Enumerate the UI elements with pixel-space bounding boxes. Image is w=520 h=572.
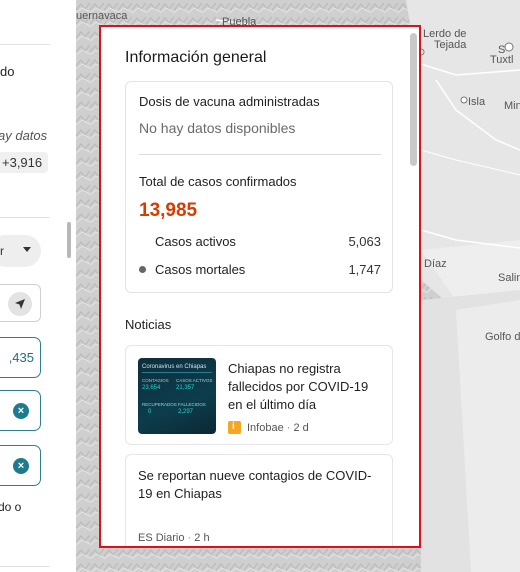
map-label: Isla (468, 96, 486, 108)
region-pill[interactable]: ,435 (0, 337, 41, 378)
divider (0, 44, 50, 45)
partial-label: do o (0, 500, 22, 514)
stats-box: Dosis de vacuna administradas No hay dat… (125, 81, 393, 293)
location-button[interactable] (0, 284, 41, 322)
thumb-value: 21,357 (176, 385, 195, 391)
source-name: ES Diario (138, 532, 185, 544)
pill-value: ,435 (8, 350, 34, 365)
map-label: Salina (498, 272, 520, 284)
map-label: Min (504, 100, 520, 112)
news-card[interactable]: Se reportan nueve contagios de COVID-19 … (125, 454, 393, 546)
news-headline[interactable]: Se reportan nueve contagios de COVID-19 … (138, 467, 383, 503)
stat-row-deaths: Casos mortales 1,747 (139, 262, 381, 278)
news-age: 2 d (293, 422, 309, 434)
news-card[interactable]: Coronavirus en Chiapas CONTAGIOS 23,654 … (125, 345, 393, 445)
left-panel: do ay datos +3,916 r ,435 × × do o (0, 0, 76, 572)
map-label: Tejada (434, 39, 467, 51)
thumb-divider (142, 372, 212, 373)
cases-title: Total de casos confirmados (139, 174, 297, 189)
source-name: Infobae (247, 422, 284, 434)
stat-label: Casos mortales (155, 262, 246, 277)
dropdown-value: r (0, 244, 4, 258)
stat-value: 1,747 (348, 262, 381, 277)
thumb-label: RECUPERADOS (142, 402, 177, 407)
news-age: 2 h (194, 532, 210, 544)
cases-total: 13,985 (139, 200, 198, 221)
close-circle-icon[interactable]: × (13, 403, 29, 419)
partial-label: do (0, 64, 15, 79)
vaccine-title: Dosis de vacuna administradas (139, 94, 320, 109)
partial-label: ay datos (0, 128, 48, 143)
thumb-value: 0 (148, 409, 152, 415)
scrollbar[interactable] (67, 222, 71, 258)
card-scrollbar[interactable] (410, 33, 417, 166)
region-pill[interactable]: × (0, 445, 41, 486)
news-thumbnail: Coronavirus en Chiapas CONTAGIOS 23,654 … (138, 358, 216, 434)
vaccine-no-data: No hay datos disponibles (139, 120, 296, 136)
bullet-dot-icon (139, 266, 146, 273)
stat-label: Casos activos (155, 234, 236, 249)
map-label: uernavaca (76, 10, 128, 22)
stat-chip: +3,916 (0, 152, 49, 173)
thumb-heading: Coronavirus en Chiapas (142, 364, 207, 370)
stat-row-active: Casos activos 5,063 (139, 234, 381, 250)
news-headline[interactable]: Chiapas no registra fallecidos por COVID… (228, 360, 383, 414)
thumb-value: 23,654 (142, 385, 161, 391)
news-section-title: Noticias (125, 317, 172, 332)
thumb-value: 2,297 (178, 409, 194, 415)
thumb-label: FALLECIDOS (178, 402, 206, 407)
divider (0, 217, 50, 218)
map-label: Díaz (424, 258, 447, 270)
thumb-label: CONTAGIOS (142, 378, 169, 383)
thumb-label: CASOS ACTIVOS (176, 378, 213, 383)
close-circle-icon[interactable]: × (13, 458, 29, 474)
filter-dropdown[interactable]: r (0, 235, 41, 267)
divider (0, 566, 50, 567)
chevron-down-icon (23, 247, 31, 252)
stat-value: 5,063 (348, 234, 381, 249)
region-pill[interactable]: × (0, 390, 41, 431)
card-title: Información general (125, 49, 267, 66)
news-source: ES Diario · 2 h (138, 532, 210, 544)
divider (139, 154, 381, 155)
infobae-logo-icon (228, 421, 241, 434)
news-source: Infobae · 2 d (247, 422, 309, 434)
location-icon (8, 292, 32, 316)
map-label: Golfo de (485, 331, 520, 343)
info-card: Información general Dosis de vacuna admi… (99, 25, 421, 548)
map-label: S (498, 44, 506, 56)
